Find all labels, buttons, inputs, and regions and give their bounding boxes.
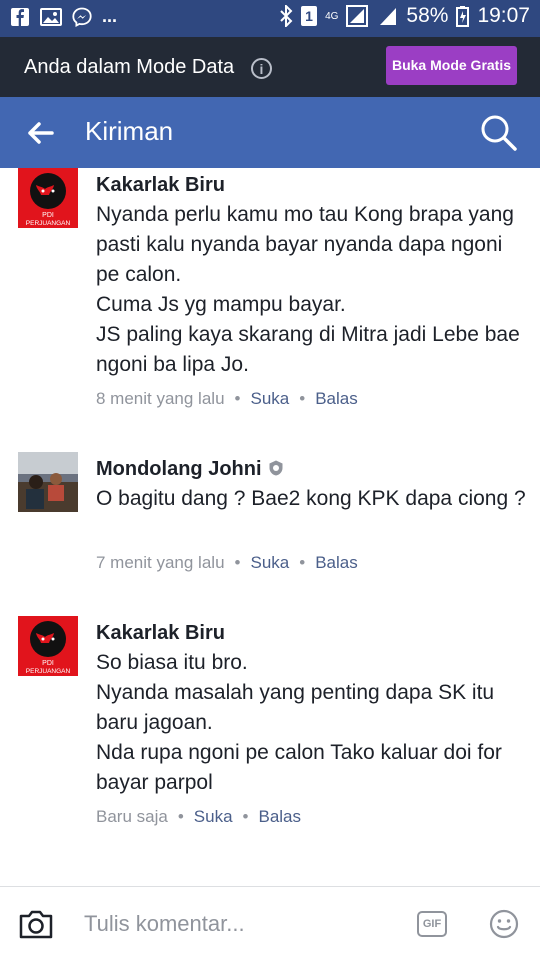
signal-icon xyxy=(346,5,369,27)
comment-meta: Baru saja • Suka • Balas xyxy=(96,807,301,827)
bluetooth-icon xyxy=(280,5,293,27)
avatar[interactable] xyxy=(18,452,78,512)
avatar-text: PERJUANGAN xyxy=(26,220,71,227)
back-arrow-icon[interactable] xyxy=(26,118,56,148)
info-icon[interactable]: i xyxy=(251,58,272,79)
camera-icon[interactable] xyxy=(18,908,54,940)
reply-link[interactable]: Balas xyxy=(258,807,301,827)
app-header: Kiriman xyxy=(0,97,540,168)
reply-link[interactable]: Balas xyxy=(315,389,358,409)
clock: 19:07 xyxy=(477,4,530,27)
comment-time: 8 menit yang lalu xyxy=(96,389,225,408)
facebook-icon xyxy=(11,7,29,26)
pdi-logo: PDIPERJUANGAN xyxy=(18,616,78,676)
comment-text: So biasa itu bro. Nyanda masalah yang pe… xyxy=(96,651,502,794)
like-link[interactable]: Suka xyxy=(250,553,289,573)
free-mode-button[interactable]: Buka Mode Gratis xyxy=(386,46,517,85)
network-type: 4G xyxy=(325,10,339,22)
separator: • xyxy=(299,553,306,572)
separator: • xyxy=(234,389,241,408)
profile-photo xyxy=(18,452,78,512)
separator: • xyxy=(234,553,241,572)
avatar[interactable]: PDI PERJUANGAN xyxy=(18,616,78,676)
gallery-icon xyxy=(40,7,62,26)
separator: • xyxy=(242,807,249,826)
battery-icon xyxy=(456,6,470,27)
comment-time: Baru saja xyxy=(96,807,168,826)
avatar-text: PDI xyxy=(42,660,54,667)
battery-level: 58% xyxy=(406,4,449,27)
more-notifications: ... xyxy=(102,6,118,26)
gif-icon[interactable]: GIF xyxy=(417,911,447,937)
comment-text: O bagitu dang ? Bae2 kong KPK dapa ciong… xyxy=(96,487,526,510)
reply-link[interactable]: Balas xyxy=(315,553,358,573)
messenger-icon xyxy=(72,7,92,27)
avatar-text: PERJUANGAN xyxy=(26,668,71,675)
status-bar: ... 1 4G 58% 19:07 xyxy=(0,0,540,37)
avatar-text: PDI xyxy=(42,212,54,219)
separator: • xyxy=(177,807,184,826)
comment-composer: GIF xyxy=(0,886,540,961)
comment-author-row: Mondolang Johni xyxy=(96,458,284,481)
sim-indicator: 1 xyxy=(301,6,318,26)
comment-meta: 8 menit yang lalu • Suka • Balas xyxy=(96,389,358,409)
data-mode-message: Anda dalam Mode Data xyxy=(24,56,235,78)
search-icon[interactable] xyxy=(478,112,518,152)
comment-time: 7 menit yang lalu xyxy=(96,553,225,572)
notification-icons: ... xyxy=(10,6,117,27)
like-link[interactable]: Suka xyxy=(250,389,289,409)
separator: • xyxy=(299,389,306,408)
page-title: Kiriman xyxy=(85,116,174,146)
comment-input[interactable] xyxy=(84,909,384,939)
like-link[interactable]: Suka xyxy=(194,807,233,827)
smiley-icon[interactable] xyxy=(489,909,519,939)
pdi-logo: PDIPERJUANGAN xyxy=(18,168,78,228)
system-status: 1 4G 58% 19:07 xyxy=(279,4,530,28)
comment-author[interactable]: Kakarlak Biru xyxy=(96,622,225,645)
comment-author[interactable]: Kakarlak Biru xyxy=(96,174,225,197)
comment-meta: 7 menit yang lalu • Suka • Balas xyxy=(96,553,358,573)
avatar[interactable]: PDI PERJUANGAN xyxy=(18,168,78,228)
comment-author[interactable]: Mondolang Johni xyxy=(96,458,262,480)
signal-icon-2 xyxy=(380,8,397,25)
comment-text: Nyanda perlu kamu mo tau Kong brapa yang… xyxy=(96,203,520,376)
verified-badge-icon xyxy=(269,460,283,476)
